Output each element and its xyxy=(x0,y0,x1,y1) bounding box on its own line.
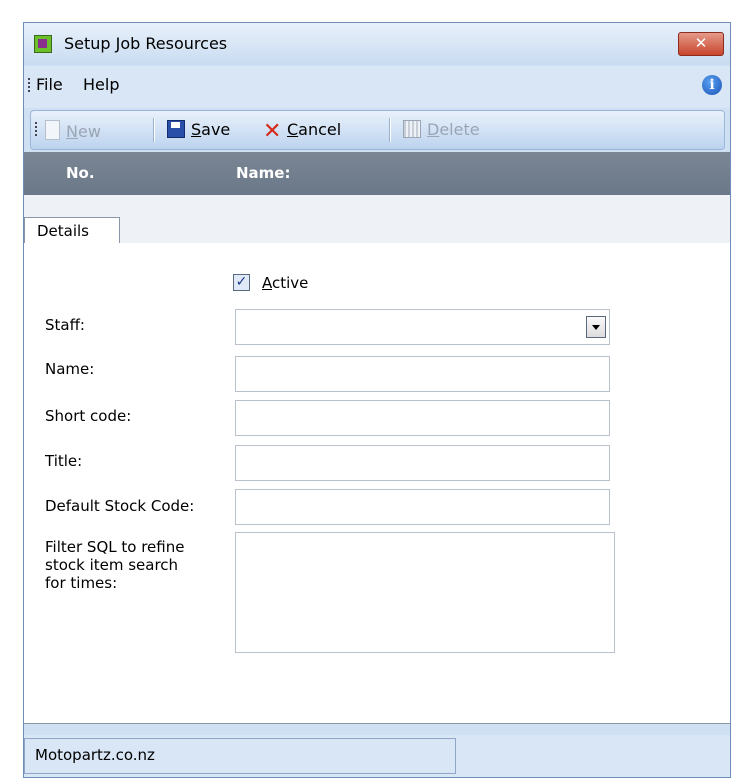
cancel-icon: ✕ xyxy=(263,119,282,144)
tab-strip: Details xyxy=(24,195,730,244)
chevron-down-icon[interactable] xyxy=(586,316,606,338)
staff-label: Staff: xyxy=(45,316,85,334)
status-bar: Motopartz.co.nz xyxy=(24,735,730,777)
info-icon[interactable]: i xyxy=(702,75,722,95)
toolbar: New Save ✕ Cancel Delete xyxy=(30,110,725,150)
tab-details[interactable]: Details xyxy=(24,217,120,244)
title-label: Title: xyxy=(45,452,83,470)
filter-sql-textarea[interactable] xyxy=(235,532,615,653)
toolbar-separator xyxy=(389,118,390,142)
short-code-field[interactable] xyxy=(235,400,610,436)
name-label: Name: xyxy=(45,360,95,378)
column-header-name[interactable]: Name: xyxy=(236,164,290,182)
menu-file[interactable]: File xyxy=(36,75,63,94)
name-field[interactable] xyxy=(235,356,610,392)
save-icon xyxy=(167,120,185,138)
window-title: Setup Job Resources xyxy=(64,34,228,53)
staff-dropdown[interactable] xyxy=(235,309,610,345)
cancel-button[interactable]: ✕ Cancel xyxy=(263,119,341,144)
toolbar-separator xyxy=(153,118,154,142)
short-code-label: Short code: xyxy=(45,407,132,425)
default-stock-code-field[interactable] xyxy=(235,489,610,525)
active-label[interactable]: Active xyxy=(262,274,308,292)
title-bar[interactable]: Setup Job Resources ✕ xyxy=(24,23,730,65)
grip-icon xyxy=(35,122,38,138)
new-document-icon xyxy=(45,120,60,140)
new-button[interactable]: New xyxy=(45,120,101,141)
menu-help[interactable]: Help xyxy=(83,75,119,94)
active-checkbox[interactable]: ✓ xyxy=(233,274,250,291)
grip-icon xyxy=(28,78,31,94)
column-header-no[interactable]: No. xyxy=(66,164,95,182)
delete-button[interactable]: Delete xyxy=(403,120,480,139)
title-field[interactable] xyxy=(235,445,610,481)
list-header: No. Name: xyxy=(24,152,730,195)
menu-bar: File Help i xyxy=(24,66,730,108)
details-panel: ✓ Active Staff: Name: Short code: Title:… xyxy=(24,243,730,724)
default-stock-code-label: Default Stock Code: xyxy=(45,497,195,515)
status-text: Motopartz.co.nz xyxy=(24,738,456,774)
filter-sql-label: Filter SQL to refine stock item search f… xyxy=(45,538,185,592)
app-icon xyxy=(34,35,52,53)
setup-job-resources-window: Setup Job Resources ✕ File Help i New Sa… xyxy=(23,22,731,778)
close-button[interactable]: ✕ xyxy=(678,32,724,56)
save-button[interactable]: Save xyxy=(167,120,230,139)
delete-icon xyxy=(403,120,421,138)
